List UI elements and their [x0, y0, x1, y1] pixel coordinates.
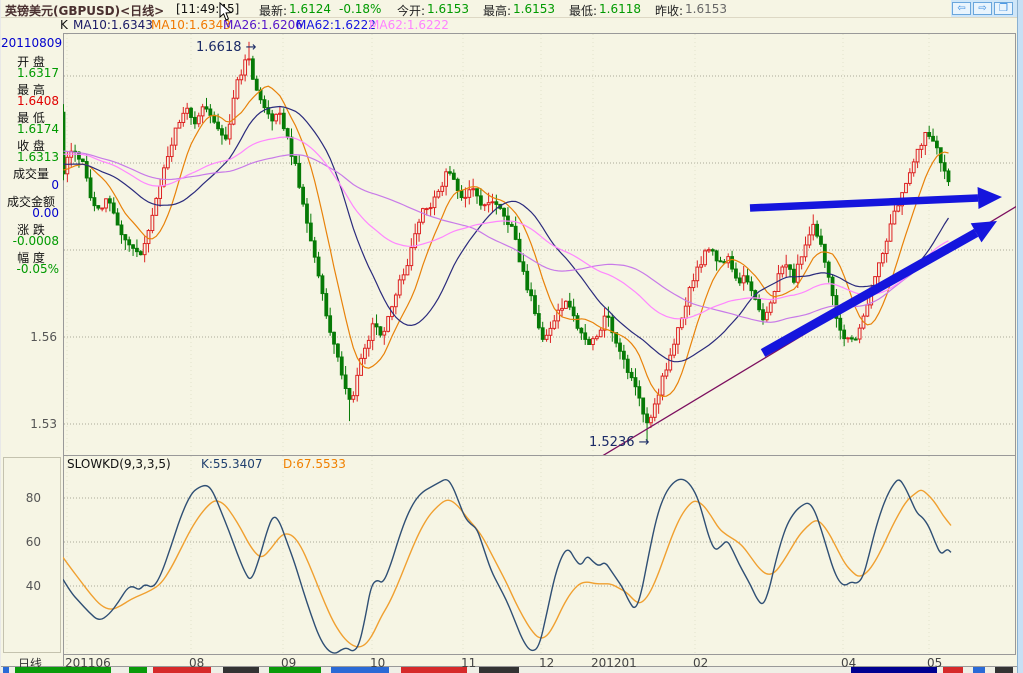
kd-tick-label: 60 [25, 535, 41, 549]
open-value: 1.6153 [427, 2, 469, 16]
ticker-fragment [129, 667, 147, 673]
drawn-arrows-layer [749, 187, 1002, 357]
low-value: 1.6118 [599, 2, 641, 16]
field-volume-value: 0 [51, 178, 59, 192]
arrow-head-0 [977, 187, 1002, 210]
field-high-value: 1.6408 [17, 94, 59, 108]
kd-axis-gutter [3, 457, 61, 653]
ticker-fragment [401, 667, 467, 673]
low-label: 最低: [569, 4, 598, 18]
arrow-shaft-0 [749, 194, 979, 212]
window-button-strip: ⇦ ⇨ ❐ [951, 0, 1017, 17]
slowkd-chart-canvas[interactable] [63, 455, 1016, 655]
ticker-fragment [943, 667, 963, 673]
ticker-fragment [153, 667, 211, 673]
ticker-fragment [269, 667, 321, 673]
field-open-value: 1.6317 [17, 66, 59, 80]
latest-label: 最新: [259, 4, 288, 18]
slowkd-header: SLOWKD(9,3,3,5) K:55.3407 D:67.5533 [1, 457, 501, 471]
ticker-fragment [995, 667, 1013, 673]
legend-ma26: MA26:1.6206 [223, 18, 303, 32]
ticker-fragment [479, 667, 519, 673]
ma-legend-row: K MA10:1.6343 MA10:1.6343 MA26:1.6206 MA… [1, 18, 1017, 33]
high-price-annotation: 1.6618 → [196, 40, 257, 55]
prevclose-value: 1.6153 [685, 2, 727, 16]
prevclose-label: 昨收: [655, 4, 684, 18]
ticker-fragment [3, 667, 9, 673]
slowkd-k-value: K:55.3407 [201, 457, 263, 471]
arrow-shaft-1 [760, 228, 979, 357]
ticker-fragment [15, 667, 111, 673]
kd-tick-label: 80 [25, 491, 41, 505]
ticker-fragment [851, 667, 937, 673]
d-line [63, 489, 952, 648]
price-tick-label: 1.56 [30, 330, 57, 344]
trading-app-window: 英镑美元(GBPUSD)<日线> [11:49:45] 最新: 1.6124 -… [0, 0, 1023, 673]
field-change-value: -0.0008 [12, 234, 59, 248]
price-chart-canvas[interactable] [63, 33, 1016, 455]
status-ticker-strip [1, 667, 1017, 673]
change-percent: -0.18% [339, 2, 382, 16]
candles-layer [63, 41, 951, 443]
slowkd-d-value: D:67.5533 [283, 457, 346, 471]
header-bar: 英镑美元(GBPUSD)<日线> [11:49:45] 最新: 1.6124 -… [1, 0, 1017, 18]
field-close-value: 1.6313 [17, 150, 59, 164]
legend-ma62b: MA62:1.6222 [369, 18, 449, 32]
symbol-title: 英镑美元(GBPUSD)<日线> [5, 4, 165, 18]
kd-tick-label: 40 [25, 579, 41, 593]
field-range-value: -0.05% [16, 262, 59, 276]
ticker-fragment [973, 667, 985, 673]
ma-line-ma62 [63, 150, 949, 323]
k-line [63, 478, 952, 654]
forward-arrow-icon[interactable]: ⇨ [973, 2, 992, 15]
open-label: 今开: [397, 4, 426, 18]
ticker-fragment [223, 667, 259, 673]
high-value: 1.6153 [513, 2, 555, 16]
ticker-fragment [331, 667, 389, 673]
slowkd-title: SLOWKD(9,3,3,5) [67, 457, 171, 471]
field-turnover-value: 0.00 [32, 206, 59, 220]
period-box: 日线 [1, 655, 64, 671]
latest-value: 1.6124 [289, 2, 331, 16]
mouse-cursor [219, 2, 233, 21]
grid-layer [64, 34, 1015, 454]
field-low-value: 1.6174 [17, 122, 59, 136]
price-tick-label: 1.53 [30, 417, 57, 431]
high-label: 最高: [483, 4, 512, 18]
ma-line-ma10 [63, 85, 949, 398]
back-arrow-icon[interactable]: ⇦ [952, 2, 971, 15]
ma-lines-layer [63, 85, 950, 398]
sidebar-date: 20110809 [1, 36, 63, 50]
low-price-annotation: 1.5236 → [589, 435, 650, 450]
window-right-edge [1017, 0, 1023, 673]
cascade-windows-icon[interactable]: ❐ [994, 2, 1013, 15]
legend-ma10a: MA10:1.6343 [73, 18, 153, 32]
legend-ma62a: MA62:1.6222 [296, 18, 376, 32]
legend-k: K [60, 18, 68, 32]
quote-sidebar: 20110809 开 盘 1.6317 最 高 1.6408 最 低 1.617… [1, 33, 63, 455]
